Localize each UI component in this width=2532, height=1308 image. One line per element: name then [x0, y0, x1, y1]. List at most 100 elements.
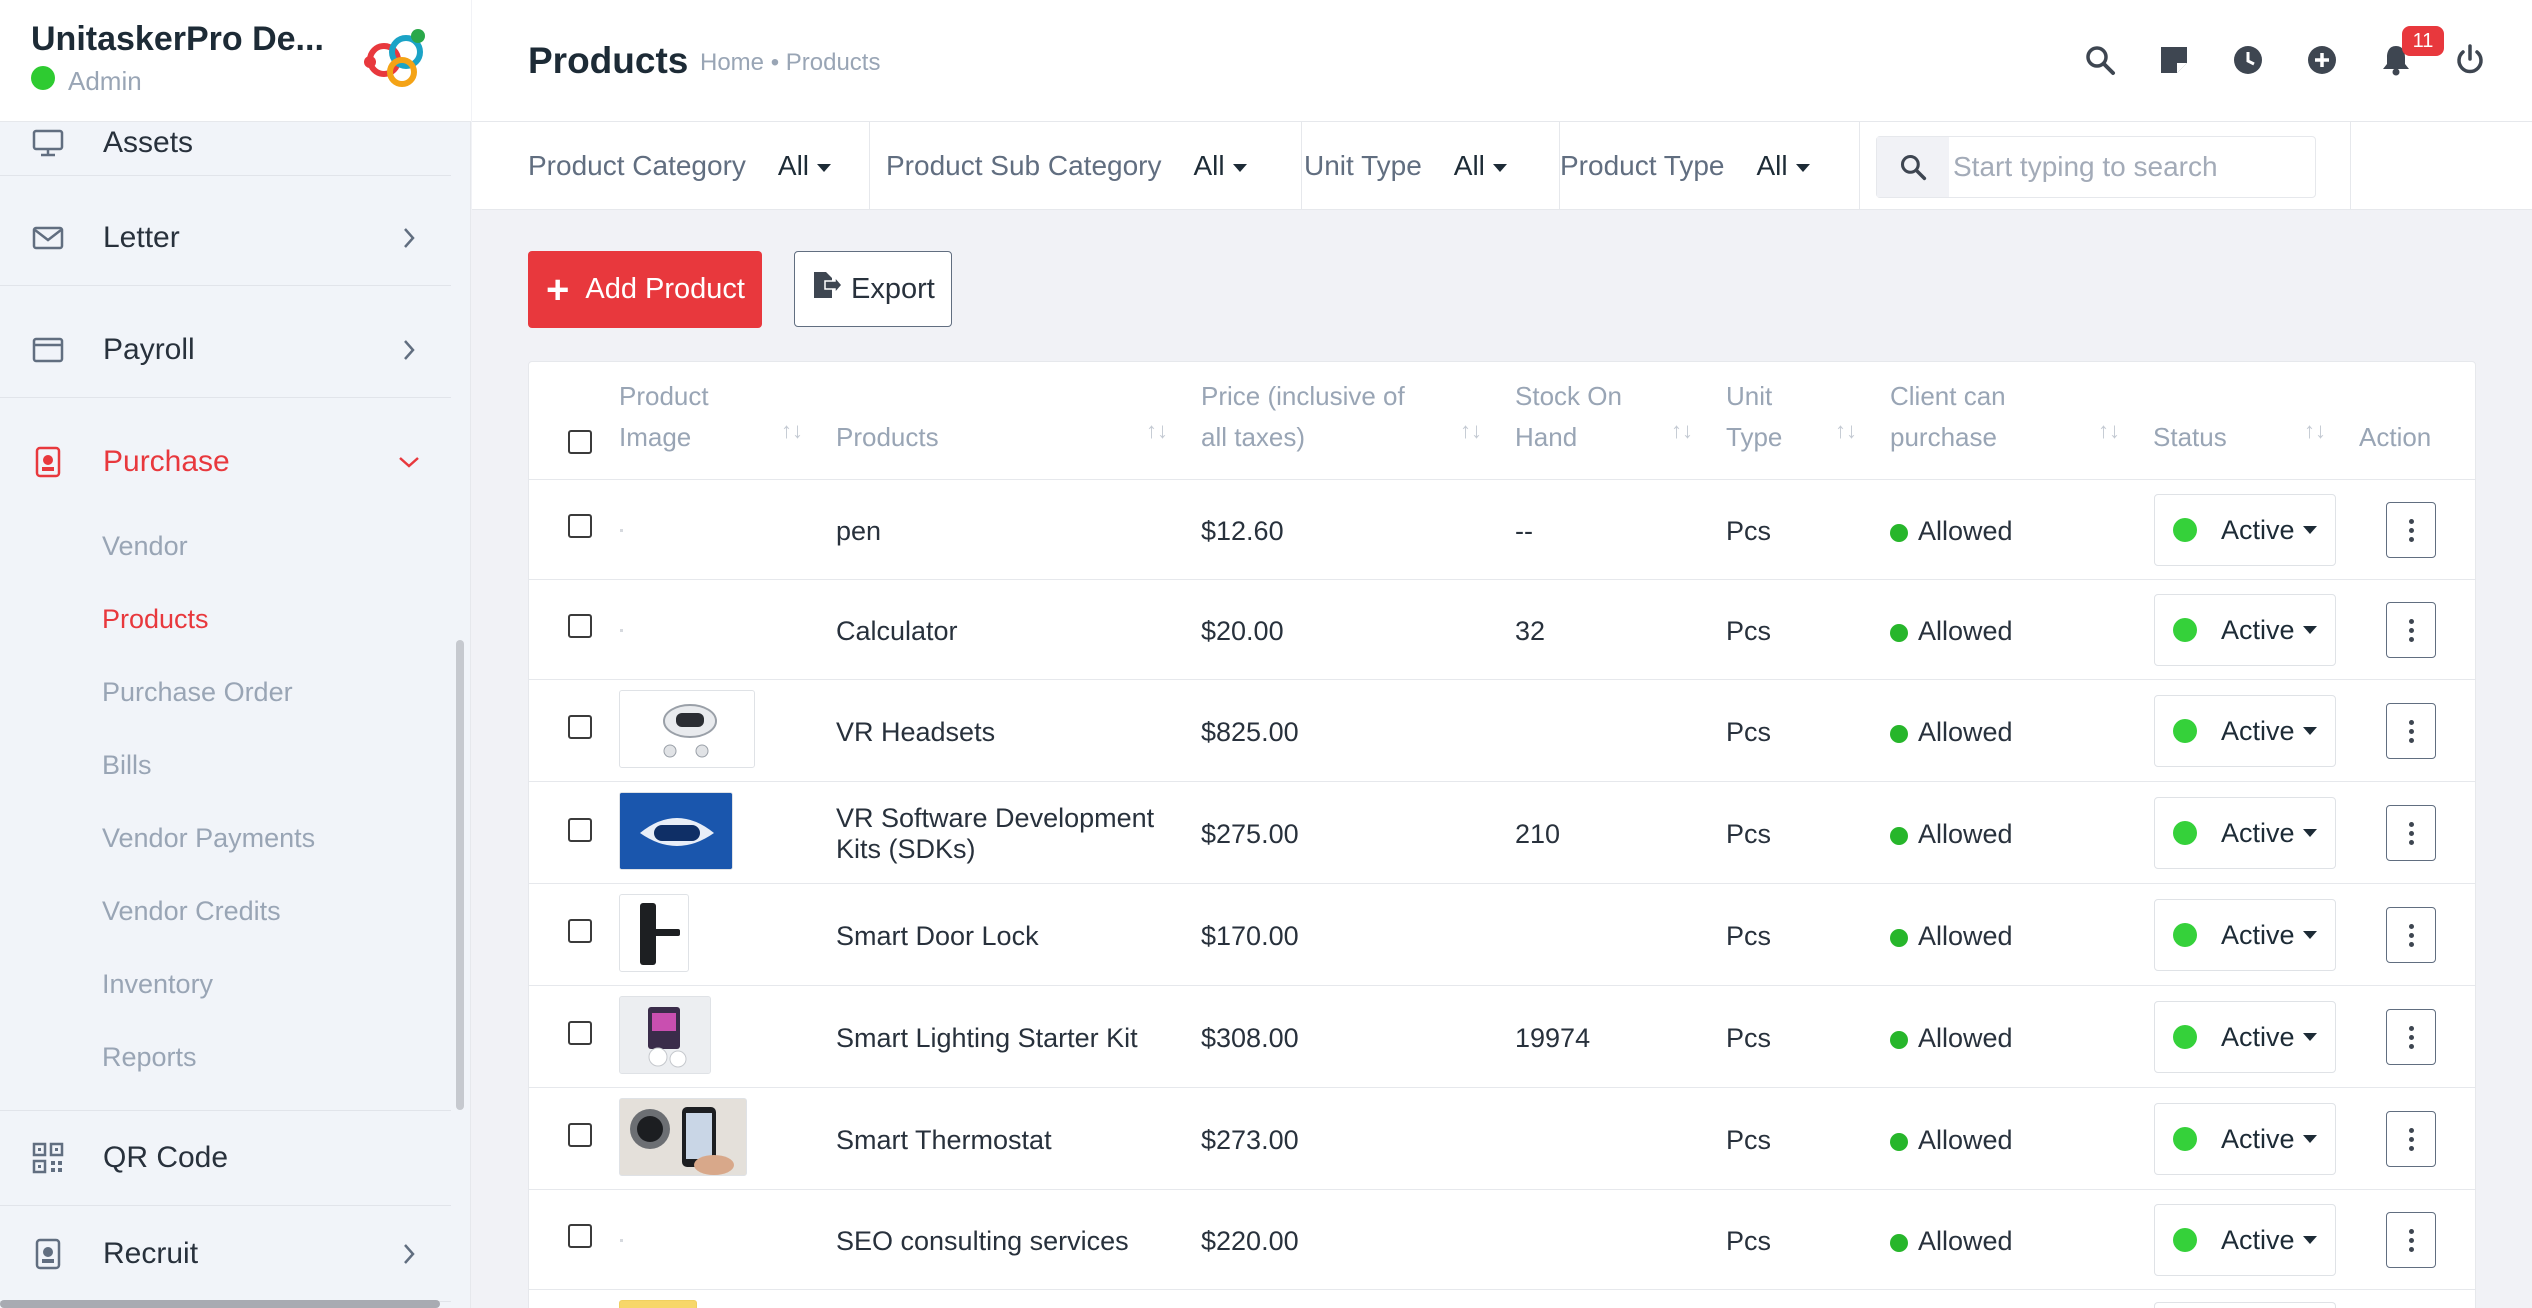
- more-actions-button[interactable]: [2386, 1009, 2436, 1065]
- caret-down-icon: [1232, 163, 1247, 172]
- more-actions-button[interactable]: [2386, 602, 2436, 658]
- more-actions-button[interactable]: [2386, 805, 2436, 861]
- sort-icon[interactable]: ↑↓: [1835, 418, 1857, 444]
- status-dropdown-partial[interactable]: [2154, 1302, 2336, 1308]
- more-actions-button[interactable]: [2386, 502, 2436, 558]
- top-header: Products Home • Products 11: [472, 0, 2532, 122]
- search-box[interactable]: [1876, 136, 2316, 198]
- row-checkbox[interactable]: [568, 919, 592, 943]
- sidebar-item-qr-code[interactable]: QR Code: [0, 1110, 451, 1206]
- column-header-product-image[interactable]: Product Image: [619, 376, 709, 458]
- product-name[interactable]: VR Headsets: [836, 717, 995, 748]
- table-row: VR Headsets $825.00 Pcs Allowed Active: [529, 680, 2475, 782]
- filter-product-sub-category[interactable]: Product Sub Category All: [886, 122, 1302, 210]
- filter-unit-type[interactable]: Unit Type All: [1304, 122, 1560, 210]
- product-name[interactable]: Smart Door Lock: [836, 921, 1039, 952]
- status-dropdown[interactable]: Active: [2154, 1001, 2336, 1073]
- sticky-note-icon[interactable]: [2156, 42, 2192, 78]
- status-dropdown[interactable]: Active: [2154, 899, 2336, 971]
- status-dropdown[interactable]: Active: [2154, 695, 2336, 767]
- select-all-checkbox[interactable]: [568, 430, 592, 454]
- more-actions-button[interactable]: [2386, 703, 2436, 759]
- column-header-products[interactable]: Products: [836, 417, 939, 458]
- sidebar-horizontal-scrollbar[interactable]: [0, 1300, 440, 1308]
- more-actions-button[interactable]: [2386, 1212, 2436, 1268]
- submenu-vendor-payments[interactable]: Vendor Payments: [102, 823, 315, 854]
- export-button[interactable]: Export: [794, 251, 952, 327]
- sort-icon[interactable]: ↑↓: [781, 418, 803, 444]
- status-dropdown[interactable]: Active: [2154, 494, 2336, 566]
- product-name[interactable]: SEO consulting services: [836, 1226, 1129, 1257]
- power-icon[interactable]: [2452, 42, 2488, 78]
- brand-header[interactable]: UnitaskerPro De... Admin: [0, 0, 471, 122]
- column-header-price[interactable]: Price (inclusive of all taxes): [1201, 376, 1405, 458]
- status-dropdown[interactable]: Active: [2154, 1204, 2336, 1276]
- submenu-reports[interactable]: Reports: [102, 1042, 197, 1073]
- product-name[interactable]: Smart Thermostat: [836, 1125, 1052, 1156]
- column-header-unit-type[interactable]: Unit Type: [1726, 376, 1782, 458]
- caret-down-icon: [2302, 526, 2317, 534]
- product-stock: 210: [1515, 819, 1561, 849]
- more-actions-button[interactable]: [2386, 1111, 2436, 1167]
- search-icon[interactable]: [2082, 42, 2118, 78]
- column-header-client-can-purchase[interactable]: Client can purchase: [1890, 376, 2006, 458]
- filter-value[interactable]: All: [778, 150, 832, 182]
- submenu-inventory[interactable]: Inventory: [102, 969, 213, 1000]
- product-name[interactable]: Calculator: [836, 616, 958, 647]
- filter-value[interactable]: All: [1454, 150, 1507, 182]
- row-checkbox[interactable]: [568, 614, 592, 638]
- product-name[interactable]: VR Software Development Kits (SDKs): [836, 803, 1154, 865]
- sort-icon[interactable]: ↑↓: [2098, 418, 2120, 444]
- add-product-button[interactable]: + Add Product: [528, 251, 762, 328]
- more-actions-button[interactable]: [2386, 907, 2436, 963]
- sidebar-item-letter[interactable]: Letter: [0, 190, 451, 286]
- product-image-thermostat[interactable]: [619, 1098, 747, 1176]
- submenu-products[interactable]: Products: [102, 604, 209, 635]
- row-checkbox[interactable]: [568, 514, 592, 538]
- breadcrumb[interactable]: Home • Products: [700, 49, 880, 77]
- add-circle-icon[interactable]: [2304, 42, 2340, 78]
- product-image-partial[interactable]: [619, 1300, 697, 1308]
- column-header-status[interactable]: Status: [2153, 417, 2227, 458]
- sidebar-item-recruit[interactable]: Recruit: [0, 1206, 451, 1302]
- sort-icon[interactable]: ↑↓: [1460, 418, 1482, 444]
- search-input[interactable]: [1953, 145, 2303, 189]
- row-checkbox[interactable]: [568, 1021, 592, 1045]
- column-header-stock-on-hand[interactable]: Stock On Hand: [1515, 376, 1622, 458]
- sidebar-item-payroll[interactable]: Payroll: [0, 302, 451, 398]
- product-price: $12.60: [1201, 516, 1284, 546]
- row-checkbox[interactable]: [568, 715, 592, 739]
- client-purchase: Allowed: [1890, 1125, 2013, 1156]
- product-image-vr-sdk[interactable]: [619, 792, 733, 870]
- sidebar-item-assets[interactable]: Assets: [0, 110, 451, 176]
- product-name[interactable]: Smart Lighting Starter Kit: [836, 1023, 1138, 1054]
- submenu-bills[interactable]: Bills: [102, 750, 152, 781]
- status-dropdown[interactable]: Active: [2154, 797, 2336, 869]
- filter-value[interactable]: All: [1756, 150, 1810, 182]
- submenu-vendor-credits[interactable]: Vendor Credits: [102, 896, 281, 927]
- filter-value[interactable]: All: [1194, 150, 1247, 182]
- sidebar-scrollbar[interactable]: [456, 640, 464, 1110]
- add-product-label: Add Product: [585, 273, 745, 305]
- product-image-lighting-kit[interactable]: [619, 996, 711, 1074]
- status-dropdown[interactable]: Active: [2154, 594, 2336, 666]
- status-dropdown[interactable]: Active: [2154, 1103, 2336, 1175]
- sort-icon[interactable]: ↑↓: [2304, 418, 2326, 444]
- product-image-door-lock[interactable]: [619, 894, 689, 972]
- row-checkbox[interactable]: [568, 1123, 592, 1147]
- filter-product-type[interactable]: Product Type All: [1560, 122, 1860, 210]
- clock-icon[interactable]: [2230, 42, 2266, 78]
- product-image-vr-headset[interactable]: [619, 690, 755, 768]
- sidebar-item-purchase[interactable]: Purchase: [0, 414, 451, 510]
- allowed-dot: [1890, 929, 1908, 947]
- row-checkbox[interactable]: [568, 1224, 592, 1248]
- company-name[interactable]: UnitaskerPro De...: [31, 20, 324, 59]
- sort-icon[interactable]: ↑↓: [1671, 418, 1693, 444]
- sort-icon[interactable]: ↑↓: [1146, 418, 1168, 444]
- product-name[interactable]: pen: [836, 516, 881, 547]
- row-checkbox[interactable]: [568, 818, 592, 842]
- submenu-vendor[interactable]: Vendor: [102, 531, 188, 562]
- status-dot: [2173, 923, 2197, 947]
- filter-product-category[interactable]: Product Category All: [528, 122, 870, 210]
- submenu-purchase-order[interactable]: Purchase Order: [102, 677, 293, 708]
